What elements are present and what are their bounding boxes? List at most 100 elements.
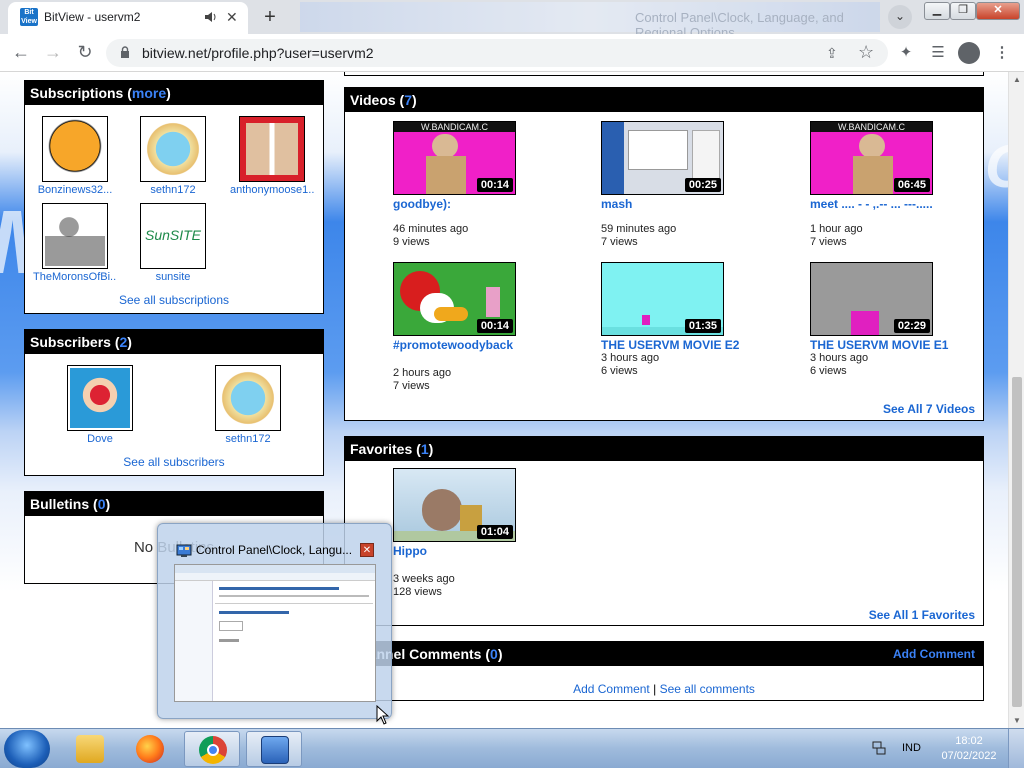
favorite-item[interactable]: 01:04 Hippo 3 weeks ago 128 views (393, 468, 543, 599)
add-comment-link[interactable]: Add Comment (573, 682, 650, 696)
avatar[interactable] (67, 365, 133, 431)
subscriber-name[interactable]: Dove (58, 433, 142, 445)
page-scrollbar[interactable]: ▲ ▼ (1008, 72, 1024, 728)
close-window-button[interactable]: ✕ (976, 2, 1020, 20)
speaker-icon[interactable] (204, 11, 218, 23)
scroll-down-arrow-icon[interactable]: ▼ (1013, 716, 1021, 725)
see-all-comments-link[interactable]: See all comments (660, 682, 755, 696)
taskbar-control-panel[interactable] (246, 731, 302, 767)
start-button[interactable] (4, 730, 50, 768)
video-item[interactable]: 00:25 mash 59 minutes ago 7 views (601, 121, 751, 249)
video-title[interactable]: #promotewoodyback (393, 339, 543, 352)
show-desktop-button[interactable] (1008, 729, 1024, 768)
lock-icon[interactable] (120, 46, 130, 58)
avatar[interactable] (42, 203, 108, 269)
subscription-item[interactable]: TheMoronsOfBi... (33, 203, 117, 283)
see-all-videos-link[interactable]: See All 7 Videos (883, 402, 975, 416)
avatar[interactable]: SunSITE (140, 203, 206, 269)
profile-avatar-icon[interactable] (958, 42, 980, 64)
video-title[interactable]: mash (601, 198, 751, 211)
avatar[interactable] (140, 116, 206, 182)
video-views: 7 views (810, 236, 847, 248)
subscription-item[interactable]: SunSITE sunsite (131, 203, 215, 283)
extensions-puzzle-icon[interactable]: ✦ (896, 43, 916, 63)
taskbar-chrome[interactable] (184, 731, 240, 767)
video-thumbnail[interactable]: 00:14 (393, 262, 516, 336)
subscription-name[interactable]: sunsite (131, 271, 215, 283)
video-thumbnail[interactable]: W.BANDICAM.C 00:14 (393, 121, 516, 195)
subscriptions-header: Subscriptions (more) (25, 81, 323, 105)
video-item[interactable]: W.BANDICAM.C 06:45 meet .... - - ,.-- ..… (810, 121, 960, 249)
videos-title: Videos (350, 92, 396, 108)
comments-count: 0 (490, 646, 498, 662)
share-icon[interactable]: ⇪ (826, 45, 838, 62)
see-all-subscribers-link[interactable]: See all subscribers (25, 455, 323, 469)
address-bar[interactable]: bitview.net/profile.php?user=uservm2 ⇪ ☆ (106, 39, 888, 67)
taskbar-explorer[interactable] (62, 731, 118, 767)
add-comment-header-link[interactable]: Add Comment (893, 642, 975, 666)
subscription-name[interactable]: sethn172 (131, 184, 215, 196)
video-title[interactable]: THE USERVM MOVIE E2 (601, 339, 751, 352)
favorites-title: Favorites (350, 441, 413, 457)
video-title[interactable]: THE USERVM MOVIE E1 (810, 339, 960, 352)
network-icon[interactable] (872, 741, 886, 755)
maximize-button[interactable]: ❐ (950, 2, 976, 20)
media-control-icon[interactable]: ☰ (928, 43, 948, 63)
subscriptions-more-link[interactable]: more (132, 85, 166, 101)
subscription-item[interactable]: Bonzinews32... (33, 116, 117, 196)
browser-tab[interactable]: Bit View BitView - uservm2 ✕ (8, 2, 248, 34)
avatar[interactable] (215, 365, 281, 431)
subscription-name[interactable]: Bonzinews32... (33, 184, 117, 196)
video-item[interactable]: 02:29 THE USERVM MOVIE E1 3 hours ago 6 … (810, 262, 960, 378)
video-thumbnail[interactable]: W.BANDICAM.C 06:45 (810, 121, 933, 195)
video-item[interactable]: W.BANDICAM.C 00:14 goodbye): 46 minutes … (393, 121, 543, 249)
video-thumbnail[interactable]: 01:35 (601, 262, 724, 336)
new-tab-button[interactable]: + (258, 6, 282, 30)
system-clock[interactable]: 18:02 07/02/2022 (936, 734, 1002, 764)
video-item[interactable]: 01:35 THE USERVM MOVIE E2 3 hours ago 6 … (601, 262, 751, 378)
language-indicator[interactable]: IND (902, 742, 921, 754)
bulletins-count: 0 (97, 496, 106, 512)
minimize-button[interactable]: ▁ (924, 2, 950, 20)
video-item[interactable]: 00:14 #promotewoodyback 2 hours ago 7 vi… (393, 262, 543, 393)
bitview-favicon-icon: Bit View (20, 8, 38, 26)
subscriptions-box: Subscriptions (more) Bonzinews32... seth… (24, 80, 324, 314)
subscription-item[interactable]: sethn172 (131, 116, 215, 196)
tab-search-chevron-icon[interactable]: ⌄ (888, 5, 912, 29)
back-arrow-icon[interactable]: ← (10, 42, 32, 64)
tab-close-icon[interactable]: ✕ (226, 9, 238, 25)
subscriber-item[interactable]: Dove (58, 365, 142, 445)
browser-toolbar: ← → ↻ bitview.net/profile.php?user=userv… (0, 34, 1024, 72)
taskbar-firefox[interactable] (122, 731, 178, 767)
video-title[interactable]: goodbye): (393, 198, 543, 211)
video-age: 3 weeks ago (393, 573, 455, 585)
video-thumbnail[interactable]: 01:04 (393, 468, 516, 542)
avatar[interactable] (239, 116, 305, 182)
preview-window-image[interactable] (174, 564, 376, 702)
video-title[interactable]: Hippo (393, 545, 543, 558)
more-menu-icon[interactable]: ⋮ (992, 43, 1012, 63)
subscription-name[interactable]: TheMoronsOfBi... (33, 271, 117, 283)
avatar[interactable] (42, 116, 108, 182)
forward-arrow-icon[interactable]: → (42, 42, 64, 64)
reload-icon[interactable]: ↻ (74, 42, 96, 64)
scroll-up-arrow-icon[interactable]: ▲ (1013, 75, 1021, 84)
see-all-favorites-link[interactable]: See All 1 Favorites (869, 608, 975, 622)
subscription-item[interactable]: anthonymoose1... (230, 116, 314, 196)
preview-close-button[interactable]: ✕ (360, 543, 374, 557)
subscriber-item[interactable]: sethn172 (206, 365, 290, 445)
video-title[interactable]: meet .... - - ,.-- ... ---..... (810, 198, 960, 211)
bookmark-star-icon[interactable]: ☆ (858, 42, 874, 63)
tab-title: BitView - uservm2 (44, 10, 141, 24)
scrollbar-thumb[interactable] (1012, 377, 1022, 707)
url-text[interactable]: bitview.net/profile.php?user=uservm2 (142, 45, 374, 61)
subscription-name[interactable]: anthonymoose1... (230, 184, 314, 196)
subscriber-name[interactable]: sethn172 (206, 433, 290, 445)
paren: ( (123, 85, 132, 101)
taskbar-thumbnail-preview[interactable]: Control Panel\Clock, Langu... ✕ (157, 523, 392, 719)
favorites-box: Favorites (1) 01:04 Hippo 3 weeks ago 12… (344, 436, 984, 626)
video-age: 46 minutes ago (393, 223, 469, 235)
see-all-subscriptions-link[interactable]: See all subscriptions (25, 293, 323, 307)
video-thumbnail[interactable]: 02:29 (810, 262, 933, 336)
video-thumbnail[interactable]: 00:25 (601, 121, 724, 195)
